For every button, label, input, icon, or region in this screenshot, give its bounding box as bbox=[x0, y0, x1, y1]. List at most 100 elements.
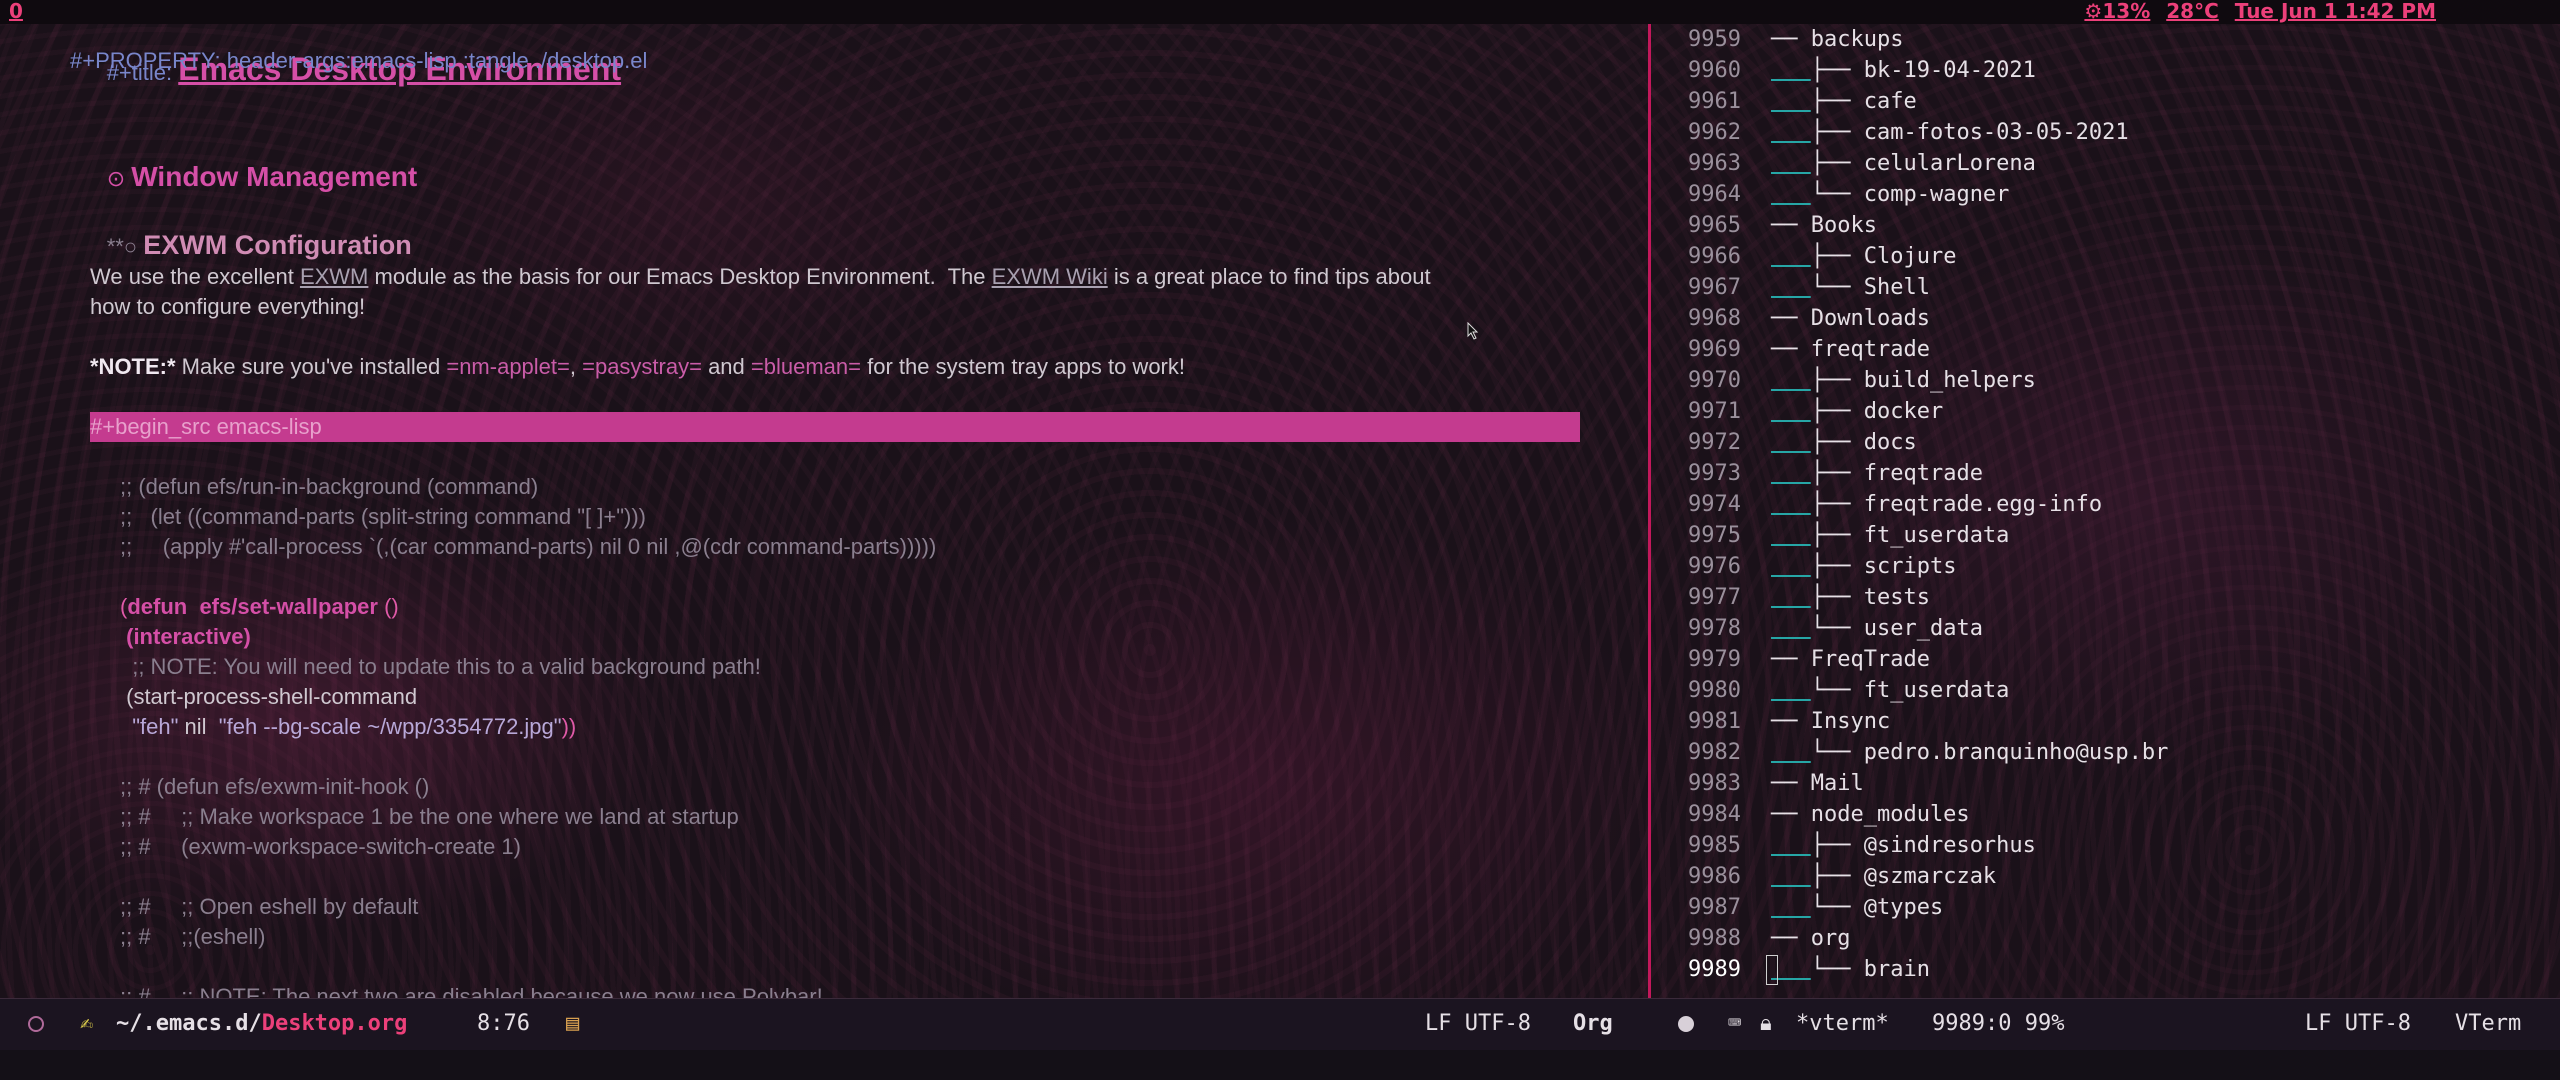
text: , bbox=[569, 354, 583, 379]
exwm-link[interactable]: EXWM bbox=[300, 264, 368, 289]
code-line: ;; (defun efs/run-in-background (command… bbox=[120, 474, 539, 499]
buffer-filename: Desktop.org bbox=[261, 1011, 408, 1036]
terminal-line: 9983 ── Mail bbox=[1651, 768, 1864, 799]
line-number: 9966 bbox=[1688, 244, 1741, 269]
tree-entry: └── @types bbox=[1771, 895, 1943, 920]
tree-entry: ├── ft_userdata bbox=[1771, 523, 2010, 548]
tree-item-label: ├── cam-fotos-03-05-2021 bbox=[1810, 120, 2129, 145]
terminal-line: 9966 ├── Clojure bbox=[1651, 241, 1956, 272]
terminal-line: 9988 ── org bbox=[1651, 923, 1850, 954]
terminal-line: 9973 ├── freqtrade bbox=[1651, 458, 1983, 489]
tree-entry: ── Insync bbox=[1771, 709, 1891, 734]
tree-entry: ── Books bbox=[1771, 213, 1877, 238]
verbatim: =nm-applet= bbox=[446, 354, 570, 379]
tree-entry: ├── celularLorena bbox=[1771, 151, 2036, 176]
text: Make sure you've installed bbox=[175, 354, 447, 379]
vterm-window[interactable]: 9959 ── backups 9960 ├── bk-19-04-2021 9961… bbox=[1651, 24, 2560, 998]
tree-entry: ├── Clojure bbox=[1771, 244, 1957, 269]
tree-entry: └── brain bbox=[1771, 957, 1930, 982]
tree-item-label: ├── docker bbox=[1810, 399, 1944, 424]
line-number: 9972 bbox=[1688, 430, 1741, 455]
tree-guide bbox=[1771, 151, 1811, 176]
terminal-line: 9963 ├── celularLorena bbox=[1651, 148, 2036, 179]
tree-item-label: └── pedro.branquinho@usp.br bbox=[1810, 740, 2169, 765]
terminal-line: 9977 ├── tests bbox=[1651, 582, 1930, 613]
tree-guide bbox=[1771, 368, 1811, 393]
line-number: 9981 bbox=[1688, 709, 1741, 734]
tree-guide bbox=[1771, 523, 1811, 548]
terminal-line: 9982 └── pedro.branquinho@usp.br bbox=[1651, 737, 2168, 768]
tree-guide bbox=[1771, 895, 1811, 920]
terminal-line: 9989 └── brain bbox=[1651, 954, 1930, 985]
cursor-position: 9989:0 99% bbox=[1932, 1011, 2065, 1036]
note-line: *NOTE:* Make sure you've installed =nm-a… bbox=[90, 352, 1185, 382]
workspace-indicator[interactable]: 0 bbox=[9, 0, 23, 22]
tree-entry: ├── docs bbox=[1771, 430, 1917, 455]
heading-2-bullet-icon: **○ bbox=[106, 234, 138, 259]
tree-entry: ├── docker bbox=[1771, 399, 1943, 424]
tree-entry: ── Mail bbox=[1771, 771, 1864, 796]
line-number: 9963 bbox=[1688, 151, 1741, 176]
begin-src-line[interactable]: #+begin_src emacs-lisp bbox=[90, 412, 1580, 442]
tree-item-label: ├── @szmarczak bbox=[1810, 864, 1997, 889]
terminal-line: 9961 ├── cafe bbox=[1651, 86, 1917, 117]
terminal-line: 9981 ── Insync bbox=[1651, 706, 1890, 737]
file-path: ~/.emacs.d/Desktop.org bbox=[116, 999, 407, 1049]
keyword: defun bbox=[127, 594, 188, 619]
heading-1-text: Window Management bbox=[131, 161, 418, 192]
terminal-line: 9986 ├── @szmarczak bbox=[1651, 861, 1996, 892]
tree-entry: └── user_data bbox=[1771, 616, 1983, 641]
tree-entry: ── FreqTrade bbox=[1771, 647, 1930, 672]
terminal-line: 9980 └── ft_userdata bbox=[1651, 675, 2009, 706]
tree-entry: ├── freqtrade.egg-info bbox=[1771, 492, 2102, 517]
cpu-indicator: ⚙13% bbox=[2084, 0, 2151, 23]
tree-item-label: ├── celularLorena bbox=[1810, 151, 2036, 176]
tree-item-label: └── brain bbox=[1810, 957, 1930, 982]
code-line: (defun efs/set-wallpaper () bbox=[120, 592, 399, 622]
tree-item-label: └── Shell bbox=[1810, 275, 1930, 300]
paragraph-line-2: how to configure everything! bbox=[90, 294, 366, 319]
code-line: ;; # ;; NOTE: The next two are disabled … bbox=[120, 984, 823, 998]
line-number: 9980 bbox=[1688, 678, 1741, 703]
terminal-line: 9970 ├── build_helpers bbox=[1651, 365, 2036, 396]
paren: )) bbox=[561, 714, 577, 739]
buffer-name: *vterm* bbox=[1796, 1011, 1889, 1036]
tree-guide bbox=[1771, 833, 1811, 858]
verbatim: =blueman= bbox=[750, 354, 861, 379]
tree-guide bbox=[1771, 182, 1811, 207]
tree-entry: ├── @szmarczak bbox=[1771, 864, 1996, 889]
emacs-org-window[interactable]: #+title: Emacs Desktop Environment #+PRO… bbox=[0, 24, 1648, 998]
tree-entry: ├── cam-fotos-03-05-2021 bbox=[1771, 120, 2129, 145]
text: for the system tray apps to work! bbox=[860, 354, 1185, 379]
tree-item-label: └── @types bbox=[1810, 895, 1944, 920]
function-name: efs/set-wallpaper bbox=[187, 594, 378, 619]
tree-entry: └── comp-wagner bbox=[1771, 182, 2010, 207]
paragraph-line-1: We use the excellent EXWM module as the … bbox=[90, 262, 1431, 292]
tree-item-label: └── user_data bbox=[1810, 616, 1983, 641]
heading-2-text: EXWM Configuration bbox=[143, 230, 412, 260]
line-number: 9960 bbox=[1688, 58, 1741, 83]
major-mode[interactable]: VTerm bbox=[2455, 999, 2521, 1049]
terminal-line: 9971 ├── docker bbox=[1651, 396, 1943, 427]
line-number: 9970 bbox=[1688, 368, 1741, 393]
line-number: 9984 bbox=[1688, 802, 1741, 827]
exwm-wiki-link[interactable]: EXWM Wiki bbox=[992, 264, 1108, 289]
tree-entry: ├── tests bbox=[1771, 585, 1930, 610]
modeline: ✍ ~/.emacs.d/Desktop.org 8:76 ▤ LF UTF-8… bbox=[0, 998, 2560, 1052]
line-number: 9979 bbox=[1688, 647, 1741, 672]
terminal-line: 9979 ── FreqTrade bbox=[1651, 644, 1930, 675]
terminal-line: 9978 └── user_data bbox=[1651, 613, 1983, 644]
tree-item-label: ├── ft_userdata bbox=[1810, 523, 2010, 548]
string: "feh" bbox=[120, 714, 179, 739]
tree-guide bbox=[1771, 585, 1811, 610]
major-mode[interactable]: Org bbox=[1573, 999, 1613, 1049]
tree-item-label: └── ft_userdata bbox=[1810, 678, 2010, 703]
code-line: "feh" nil "feh --bg-scale ~/wpp/3354772.… bbox=[120, 712, 576, 742]
code-line: ;; NOTE: You will need to update this to… bbox=[120, 654, 761, 679]
terminal-line: 9969 ── freqtrade bbox=[1651, 334, 1930, 365]
code-line: ;; (apply #'call-process `(,(car command… bbox=[120, 534, 937, 559]
minibuffer[interactable] bbox=[0, 1050, 2560, 1080]
line-number: 9973 bbox=[1688, 461, 1741, 486]
terminal-line: 9984 ── node_modules bbox=[1651, 799, 1970, 830]
string: "feh --bg-scale ~/wpp/3354772.jpg" bbox=[212, 714, 562, 739]
